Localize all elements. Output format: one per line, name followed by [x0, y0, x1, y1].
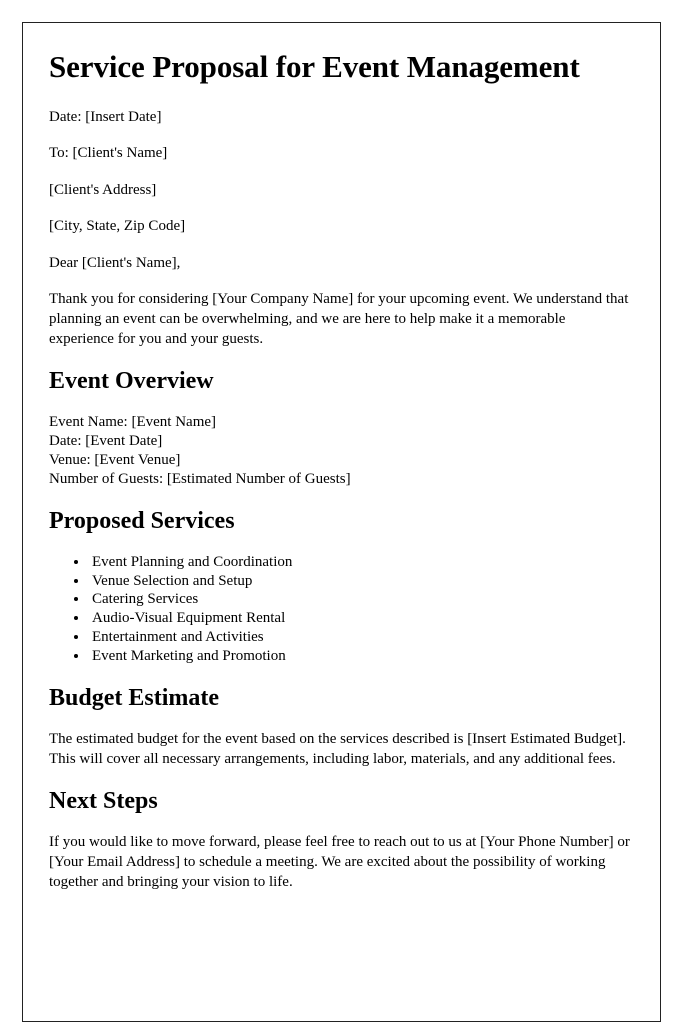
event-overview-details: Event Name: [Event Name] Date: [Event Da… — [49, 413, 634, 489]
list-item: Event Planning and Coordination — [89, 553, 634, 572]
list-item: Catering Services — [89, 590, 634, 609]
section-heading-next-steps: Next Steps — [49, 788, 158, 815]
section-heading-budget-estimate: Budget Estimate — [49, 684, 219, 711]
list-item: Entertainment and Activities — [89, 628, 634, 647]
salutation: Dear [Client's Name], — [49, 254, 181, 271]
list-item: Event Marketing and Promotion — [89, 647, 634, 666]
document-title: Service Proposal for Event Management — [49, 49, 580, 84]
event-detail-guests: Number of Guests: [Estimated Number of G… — [49, 470, 351, 487]
header-line-date: Date: [Insert Date] — [49, 108, 162, 125]
event-detail-name: Event Name: [Event Name] — [49, 414, 217, 431]
list-item: Venue Selection and Setup — [89, 572, 634, 591]
document-page: Service Proposal for Event Management Da… — [22, 22, 661, 1022]
event-detail-venue: Venue: [Event Venue] — [49, 452, 181, 469]
list-item: Audio-Visual Equipment Rental — [89, 609, 634, 628]
section-heading-proposed-services: Proposed Services — [49, 507, 235, 534]
event-detail-date: Date: [Event Date] — [49, 433, 163, 450]
budget-estimate-paragraph: The estimated budget for the event based… — [49, 730, 626, 767]
intro-paragraph: Thank you for considering [Your Company … — [49, 291, 629, 347]
document-body: Service Proposal for Event Management Da… — [23, 23, 660, 893]
proposed-services-list: Event Planning and Coordination Venue Se… — [49, 553, 634, 666]
header-line-recipient: To: [Client's Name] — [49, 145, 168, 162]
header-line-address: [Client's Address] — [49, 181, 157, 198]
section-heading-event-overview: Event Overview — [49, 368, 214, 395]
header-line-city-state-zip: [City, State, Zip Code] — [49, 218, 186, 235]
next-steps-paragraph: If you would like to move forward, pleas… — [49, 834, 630, 890]
